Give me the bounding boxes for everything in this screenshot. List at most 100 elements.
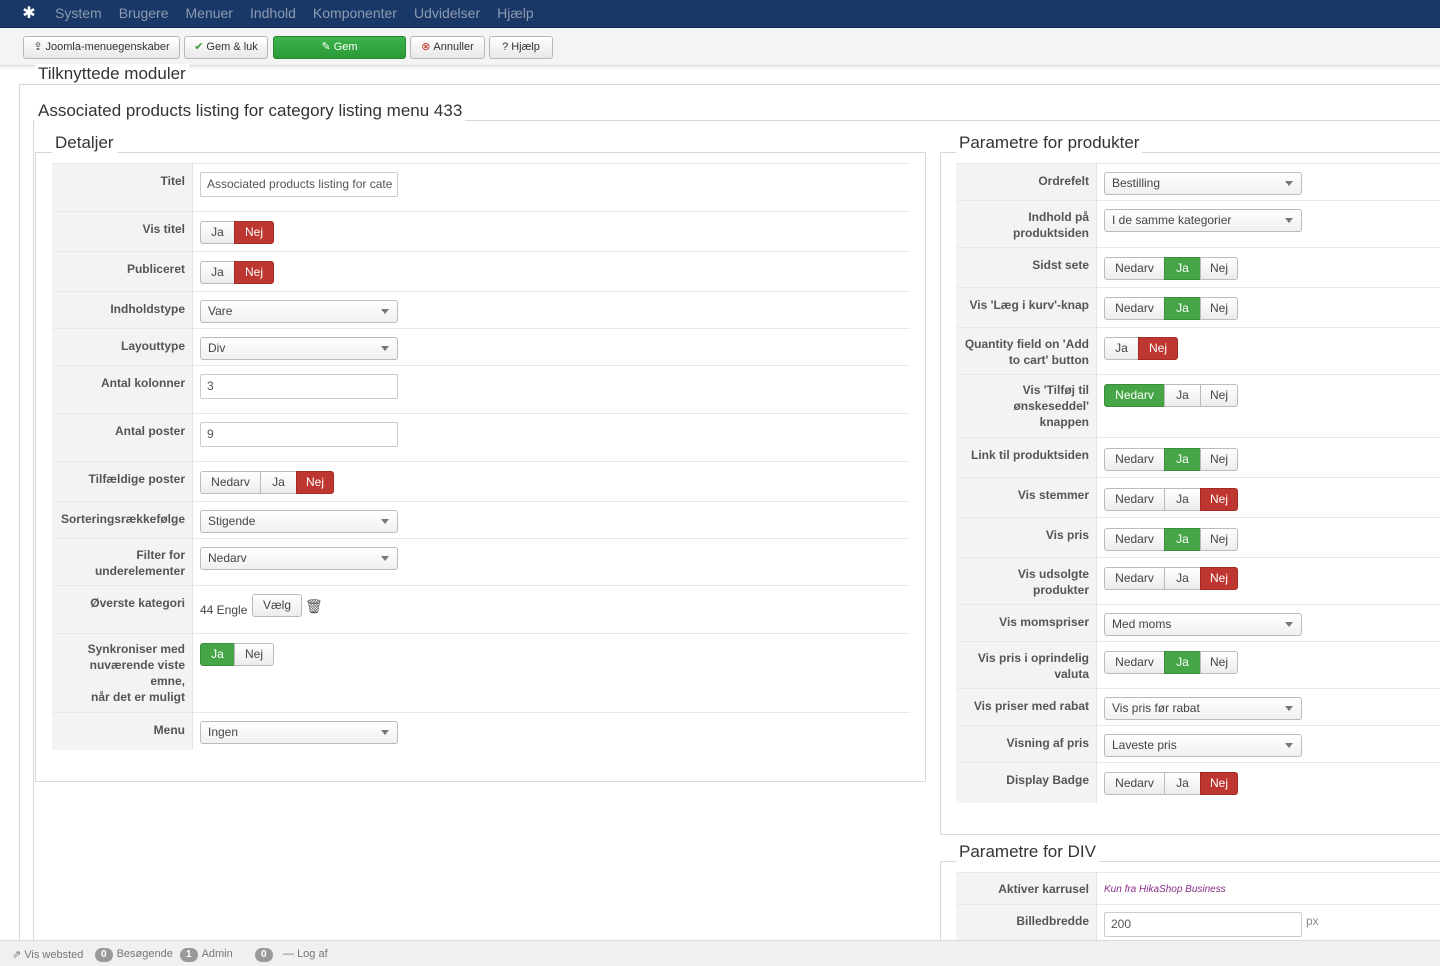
image-width-input[interactable]: 200 xyxy=(1104,912,1302,937)
image-width-label: Billedbredde xyxy=(1016,914,1089,928)
price-yes[interactable]: Ja xyxy=(1164,528,1201,551)
product-content-select[interactable]: I de samme kategorier xyxy=(1104,209,1302,232)
soldout-inherit[interactable]: Nedarv xyxy=(1104,567,1165,590)
menu-extensions[interactable]: Udvidelser xyxy=(414,0,480,28)
row-items: Antal poster 9 xyxy=(52,413,910,461)
menu-content[interactable]: Indhold xyxy=(250,0,296,28)
random-yes[interactable]: Ja xyxy=(260,471,297,494)
row-quantity-field: Quantity field on 'Add to cart' button J… xyxy=(956,327,1440,374)
price-inherit[interactable]: Nedarv xyxy=(1104,528,1165,551)
last-seen-label: Sidst sete xyxy=(1032,258,1089,272)
quantity-yes[interactable]: Ja xyxy=(1104,337,1139,360)
quantity-no[interactable]: Nej xyxy=(1138,337,1178,360)
sync-no[interactable]: Nej xyxy=(234,643,274,666)
chevron-down-icon xyxy=(1285,743,1293,748)
orig-no[interactable]: Nej xyxy=(1200,651,1238,674)
menu-menus[interactable]: Menuer xyxy=(186,0,233,28)
details-legend: Detaljer xyxy=(52,133,117,153)
view-site-link[interactable]: ⇗ Vis websted xyxy=(12,948,83,961)
show-title-yes[interactable]: Ja xyxy=(200,221,235,244)
badge-inherit[interactable]: Nedarv xyxy=(1104,772,1165,795)
choose-category-button[interactable]: Vælg xyxy=(252,594,302,617)
link-inherit[interactable]: Nedarv xyxy=(1104,448,1165,471)
price-display-label: Visning af pris xyxy=(1006,736,1089,750)
upload-icon: ⇪ xyxy=(33,41,43,53)
details-form: Titel Associated products listing for ca… xyxy=(52,163,910,750)
display-badge-toggle: Nedarv Ja Nej xyxy=(1104,772,1238,795)
cancel-icon: ⊗ xyxy=(421,41,431,53)
cart-no[interactable]: Nej xyxy=(1200,297,1238,320)
orig-yes[interactable]: Ja xyxy=(1164,651,1201,674)
votes-inherit[interactable]: Nedarv xyxy=(1104,488,1165,511)
cart-inherit[interactable]: Nedarv xyxy=(1104,297,1165,320)
wishlist-yes[interactable]: Ja xyxy=(1164,384,1201,407)
menu-help[interactable]: Hjælp xyxy=(497,0,534,28)
last-seen-no[interactable]: Nej xyxy=(1200,257,1238,280)
badge-no[interactable]: Nej xyxy=(1200,772,1238,795)
chevron-down-icon xyxy=(1285,181,1293,186)
price-toggle: Nedarv Ja Nej xyxy=(1104,528,1238,551)
main-menu: System Brugere Menuer Indhold Komponente… xyxy=(55,0,551,28)
layout-type-select[interactable]: Div xyxy=(200,337,398,360)
order-field-select[interactable]: Bestilling xyxy=(1104,172,1302,195)
edit-icon: ✎ xyxy=(321,41,331,53)
menu-select[interactable]: Ingen xyxy=(200,721,398,744)
link-no[interactable]: Nej xyxy=(1200,448,1238,471)
menu-users[interactable]: Brugere xyxy=(119,0,169,28)
last-seen-yes[interactable]: Ja xyxy=(1164,257,1201,280)
save-close-button[interactable]: ✔ Gem & luk xyxy=(184,36,268,59)
menu-components[interactable]: Komponenter xyxy=(313,0,397,28)
published-yes[interactable]: Ja xyxy=(200,261,235,284)
filter-select[interactable]: Nedarv xyxy=(200,547,398,570)
cart-yes[interactable]: Ja xyxy=(1164,297,1201,320)
soldout-no[interactable]: Nej xyxy=(1200,567,1238,590)
help-button[interactable]: ? Hjælp xyxy=(489,36,553,59)
joomla-logo-icon[interactable]: ✱ xyxy=(20,5,38,23)
title-label: Titel xyxy=(160,174,185,188)
show-title-no[interactable]: Nej xyxy=(234,221,274,244)
order-dir-select[interactable]: Stigende xyxy=(200,510,398,533)
link-yes[interactable]: Ja xyxy=(1164,448,1201,471)
div-params-form: Aktiver karrusel Kun fra HikaShop Busine… xyxy=(956,872,1440,940)
filter-label: Filter for underelementer xyxy=(94,548,185,578)
random-inherit[interactable]: Nedarv xyxy=(200,471,261,494)
save-button[interactable]: ✎ Gem xyxy=(273,36,406,59)
orig-inherit[interactable]: Nedarv xyxy=(1104,651,1165,674)
row-cart-button: Vis 'Læg i kurv'-knap Nedarv Ja Nej xyxy=(956,287,1440,327)
votes-yes[interactable]: Ja xyxy=(1164,488,1201,511)
published-no[interactable]: Nej xyxy=(234,261,274,284)
sync-yes[interactable]: Ja xyxy=(200,643,235,666)
badge-yes[interactable]: Ja xyxy=(1164,772,1201,795)
external-link-icon: ⇗ xyxy=(12,949,22,961)
random-no[interactable]: Nej xyxy=(296,471,334,494)
last-seen-inherit[interactable]: Nedarv xyxy=(1104,257,1165,280)
trash-icon[interactable]: 🗑 xyxy=(305,598,323,615)
menu-system[interactable]: System xyxy=(55,0,102,28)
row-filter: Filter for underelementer Nedarv xyxy=(52,538,910,585)
cancel-button[interactable]: ⊗ Annuller xyxy=(410,36,485,59)
cart-button-label: Vis 'Læg i kurv'-knap xyxy=(969,298,1089,312)
logout-link[interactable]: — Log af xyxy=(283,948,328,960)
price-label: Vis pris xyxy=(1045,528,1089,542)
chevron-down-icon xyxy=(381,346,389,351)
soldout-yes[interactable]: Ja xyxy=(1164,567,1201,590)
row-order-field: Ordrefelt Bestilling xyxy=(956,163,1440,200)
price-no[interactable]: Nej xyxy=(1200,528,1238,551)
items-label: Antal poster xyxy=(114,424,185,438)
top-category-value: 44 Engle xyxy=(200,603,248,617)
tax-prices-select[interactable]: Med moms xyxy=(1104,613,1302,636)
price-display-select[interactable]: Laveste pris xyxy=(1104,734,1302,757)
original-currency-toggle: Nedarv Ja Nej xyxy=(1104,651,1238,674)
visitors-badge: 0 xyxy=(95,948,113,962)
wishlist-inherit[interactable]: Nedarv xyxy=(1104,384,1165,407)
discount-prices-select[interactable]: Vis pris før rabat xyxy=(1104,697,1302,720)
items-input[interactable]: 9 xyxy=(200,422,398,447)
columns-input[interactable]: 3 xyxy=(200,374,398,399)
votes-no[interactable]: Nej xyxy=(1200,488,1238,511)
wishlist-toggle: Nedarv Ja Nej xyxy=(1104,384,1238,407)
menu-properties-button[interactable]: ⇪ Joomla-menuegenskaber xyxy=(23,36,180,59)
title-input[interactable]: Associated products listing for cate xyxy=(200,172,398,197)
chevron-down-icon xyxy=(1285,218,1293,223)
content-type-select[interactable]: Vare xyxy=(200,300,398,323)
wishlist-no[interactable]: Nej xyxy=(1200,384,1238,407)
